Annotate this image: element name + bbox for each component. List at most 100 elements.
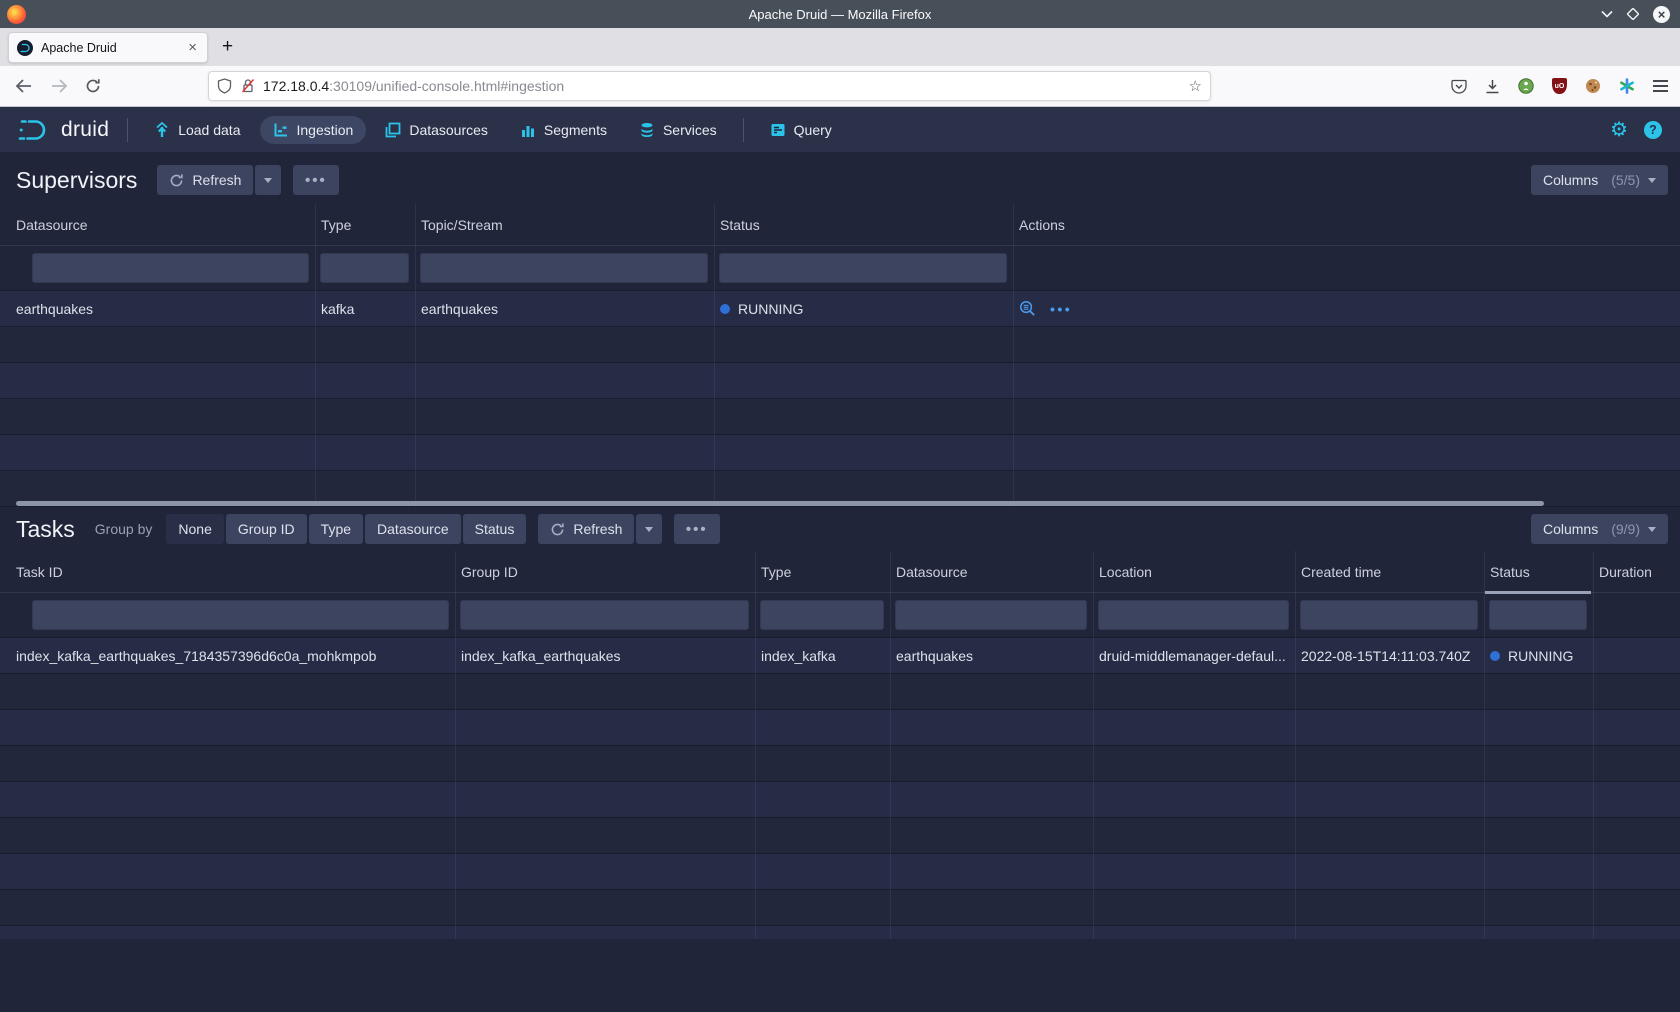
window-close-button[interactable]: × <box>1653 6 1670 23</box>
settings-gear-icon[interactable]: ⚙ <box>1610 120 1628 140</box>
horizontal-scrollbar[interactable] <box>16 501 1544 506</box>
filter-datasource-input[interactable] <box>32 253 309 283</box>
column-header[interactable]: Datasource <box>0 204 315 245</box>
group-by-type-button[interactable]: Type <box>309 514 363 544</box>
inspect-magnifier-icon[interactable] <box>1019 300 1036 317</box>
pocket-icon[interactable] <box>1451 79 1467 94</box>
new-tab-button[interactable]: + <box>222 36 233 58</box>
nav-item-ingestion[interactable]: Ingestion <box>260 116 367 144</box>
group-by-none-button[interactable]: None <box>166 514 223 544</box>
druid-brand[interactable]: druid <box>10 117 117 143</box>
tab-close-icon[interactable]: × <box>186 39 199 56</box>
status-text: RUNNING <box>738 301 803 317</box>
bookmark-star-icon[interactable]: ☆ <box>1189 77 1202 95</box>
window-minimize-icon[interactable] <box>1601 10 1613 18</box>
window-titlebar: Apache Druid — Mozilla Firefox × <box>0 0 1680 28</box>
column-divider <box>755 551 756 939</box>
filter-task-id-input[interactable] <box>32 600 449 630</box>
column-header[interactable]: Type <box>755 551 890 592</box>
column-header[interactable]: Task ID <box>0 551 455 592</box>
cell-location: druid-middlemanager-defaul... <box>1093 638 1295 673</box>
nav-item-services[interactable]: Services <box>626 116 730 144</box>
group-by-status-button[interactable]: Status <box>463 514 527 544</box>
druid-navbar: druid Load data Ingestion Datasources Se… <box>0 107 1680 152</box>
columns-count: (5/5) <box>1611 172 1640 188</box>
supervisors-refresh-caret-button[interactable] <box>255 165 281 195</box>
column-header[interactable]: Status <box>714 204 1013 245</box>
supervisors-columns-button[interactable]: Columns(5/5) <box>1531 165 1668 195</box>
ublock-icon[interactable]: uO <box>1552 78 1567 94</box>
group-by-group-id-button[interactable]: Group ID <box>226 514 307 544</box>
more-icon: ••• <box>686 521 708 538</box>
supervisors-more-button[interactable]: ••• <box>293 165 339 195</box>
supervisors-refresh-button[interactable]: Refresh <box>157 165 253 195</box>
cell-task-id: index_kafka_earthquakes_7184357396d6c0a_… <box>0 638 455 673</box>
tasks-more-button[interactable]: ••• <box>674 514 720 544</box>
window-maximize-icon[interactable] <box>1627 8 1639 20</box>
nav-item-segments[interactable]: Segments <box>507 116 620 144</box>
column-header[interactable]: Actions <box>1013 204 1680 245</box>
columns-label: Columns <box>1543 521 1598 537</box>
group-by-label: Group by <box>95 521 153 537</box>
url-bar[interactable]: 172.18.0.4:30109/unified-console.html#in… <box>208 71 1211 101</box>
tasks-refresh-caret-button[interactable] <box>636 514 662 544</box>
tasks-filter-row <box>0 593 1680 638</box>
nav-item-query[interactable]: Query <box>757 116 845 144</box>
cell-duration <box>1593 638 1680 673</box>
tasks-columns-button[interactable]: Columns(9/9) <box>1531 514 1668 544</box>
column-header[interactable]: Created time <box>1295 551 1484 592</box>
task-row[interactable]: index_kafka_earthquakes_7184357396d6c0a_… <box>0 638 1680 674</box>
browser-tab[interactable]: Apache Druid × <box>8 32 208 63</box>
nav-item-datasources[interactable]: Datasources <box>372 116 501 144</box>
filter-type-input[interactable] <box>320 253 409 283</box>
forward-icon[interactable] <box>44 79 74 93</box>
supervisor-row[interactable]: earthquakes kafka earthquakes RUNNING ••… <box>0 291 1680 327</box>
running-status-dot <box>720 304 730 314</box>
help-icon[interactable]: ? <box>1644 121 1662 139</box>
tasks-refresh-button[interactable]: Refresh <box>538 514 634 544</box>
column-header[interactable]: Location <box>1093 551 1295 592</box>
back-icon[interactable] <box>8 79 38 93</box>
url-text[interactable]: 172.18.0.4:30109/unified-console.html#in… <box>263 78 1189 94</box>
segments-icon <box>520 122 536 138</box>
empty-row <box>0 854 1680 890</box>
druid-brand-text: druid <box>61 118 109 142</box>
tasks-header: Tasks Group by None Group ID Type Dataso… <box>0 507 1680 551</box>
shield-icon[interactable] <box>217 78 232 94</box>
column-divider <box>315 204 316 507</box>
extension-asterisk-icon[interactable] <box>1619 78 1635 94</box>
column-divider <box>714 204 715 507</box>
more-icon: ••• <box>305 172 327 189</box>
filter-datasource-input[interactable] <box>895 600 1087 630</box>
downloads-icon[interactable] <box>1485 79 1500 94</box>
supervisors-title: Supervisors <box>16 167 137 194</box>
column-header-sorted[interactable]: Status <box>1484 551 1593 592</box>
column-header[interactable]: Group ID <box>455 551 755 592</box>
nav-item-load-data[interactable]: Load data <box>141 116 253 144</box>
refresh-label: Refresh <box>192 172 241 188</box>
column-header[interactable]: Type <box>315 204 415 245</box>
cookie-icon[interactable] <box>1585 78 1601 94</box>
empty-row <box>0 710 1680 746</box>
column-header[interactable]: Datasource <box>890 551 1093 592</box>
empty-row <box>0 363 1680 399</box>
row-more-actions-icon[interactable]: ••• <box>1050 301 1072 317</box>
menu-hamburger-icon[interactable] <box>1653 77 1668 95</box>
refresh-label: Refresh <box>573 521 622 537</box>
filter-status-input[interactable] <box>719 253 1007 283</box>
group-by-datasource-button[interactable]: Datasource <box>365 514 461 544</box>
column-header[interactable]: Duration <box>1593 551 1680 592</box>
supervisors-table: Datasource Type Topic/Stream Status Acti… <box>0 204 1680 507</box>
filter-topic-input[interactable] <box>420 253 708 283</box>
filter-status-input[interactable] <box>1489 600 1587 630</box>
filter-type-input[interactable] <box>760 600 884 630</box>
filter-created-time-input[interactable] <box>1300 600 1478 630</box>
window-title: Apache Druid — Mozilla Firefox <box>0 7 1680 22</box>
filter-group-id-input[interactable] <box>460 600 749 630</box>
reload-icon[interactable] <box>78 78 108 94</box>
filter-location-input[interactable] <box>1098 600 1289 630</box>
url-path: :30109/unified-console.html#ingestion <box>329 78 564 94</box>
lock-disabled-icon[interactable] <box>241 78 255 94</box>
extension-green-icon[interactable] <box>1518 78 1534 94</box>
column-header[interactable]: Topic/Stream <box>415 204 714 245</box>
